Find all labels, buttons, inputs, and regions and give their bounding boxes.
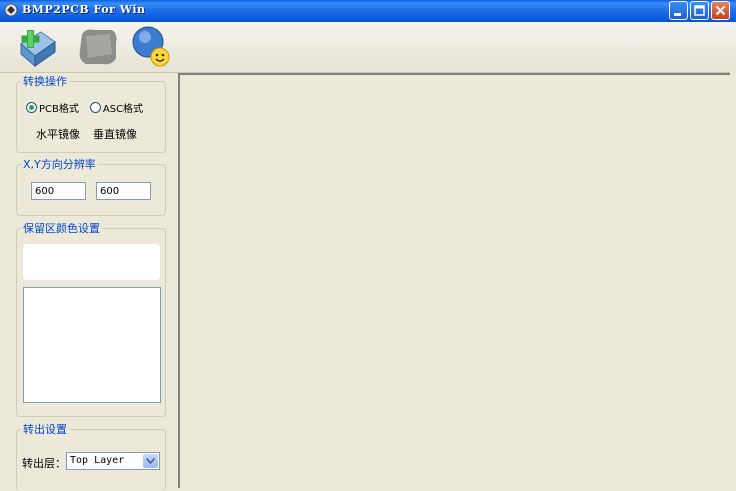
maximize-button[interactable]	[690, 1, 709, 20]
toolbar	[0, 22, 736, 73]
color-group: 保留区颜色设置	[16, 222, 166, 417]
bitmap-icon[interactable]	[74, 24, 120, 70]
y-resolution-input[interactable]	[96, 182, 151, 200]
minimize-button[interactable]	[669, 1, 688, 20]
mirror-horizontal-button[interactable]: 水平镜像	[36, 126, 80, 142]
app-icon	[4, 3, 18, 17]
resolution-group: X,Y方向分辨率	[16, 158, 166, 216]
title-bar[interactable]: BMP2PCB For Win	[0, 0, 736, 22]
window-border	[730, 72, 736, 488]
resolution-group-legend: X,Y方向分辨率	[21, 158, 98, 171]
close-button[interactable]	[711, 1, 730, 20]
output-layer-value: Top Layer	[70, 455, 125, 466]
x-resolution-input[interactable]	[31, 182, 86, 200]
chevron-down-icon[interactable]	[143, 454, 158, 468]
output-layer-label: 转出层：	[22, 457, 66, 470]
color-swatch[interactable]	[23, 244, 160, 280]
asc-format-radio[interactable]: ASC格式	[89, 100, 144, 115]
left-panel: 转换操作 PCB格式 ASC格式 水平镜像 垂直镜像 X,Y方向分辨率 保留区颜…	[0, 73, 176, 491]
preview-canvas[interactable]	[178, 73, 730, 488]
about-icon[interactable]	[128, 24, 174, 70]
pcb-format-label: PCB格式	[39, 104, 79, 115]
convert-group-legend: 转换操作	[21, 75, 69, 88]
output-layer-select[interactable]: Top Layer	[66, 452, 160, 470]
output-group-legend: 转出设置	[21, 423, 69, 436]
open-icon[interactable]	[15, 24, 61, 70]
color-group-legend: 保留区颜色设置	[21, 222, 102, 235]
convert-group: 转换操作 PCB格式 ASC格式 水平镜像 垂直镜像	[16, 75, 166, 153]
radio-checked-icon[interactable]	[26, 102, 37, 113]
mirror-vertical-button[interactable]: 垂直镜像	[93, 126, 137, 142]
asc-format-label: ASC格式	[102, 104, 144, 115]
window-title: BMP2PCB For Win	[22, 3, 146, 16]
radio-unchecked-icon[interactable]	[89, 102, 101, 113]
color-list[interactable]	[23, 287, 161, 403]
output-group: 转出设置 转出层： Top Layer	[16, 423, 166, 491]
pcb-format-radio[interactable]: PCB格式	[26, 100, 79, 115]
